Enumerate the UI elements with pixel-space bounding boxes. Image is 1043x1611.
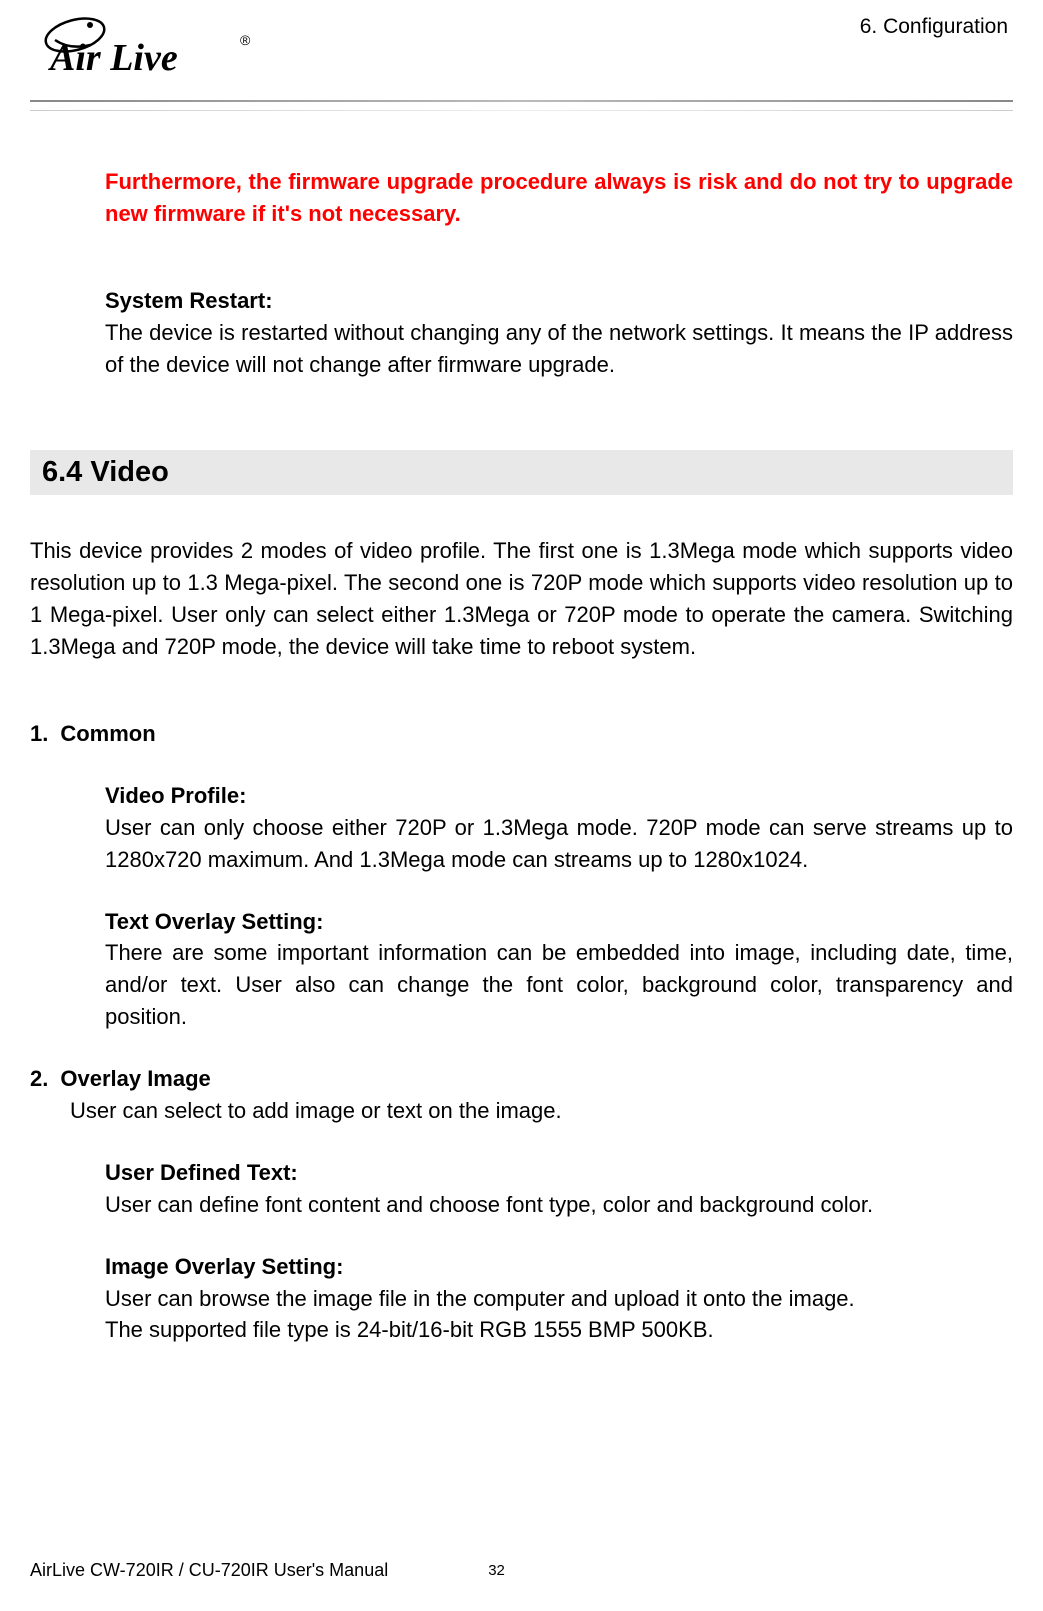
user-defined-body: User can define font content and choose … xyxy=(105,1189,1013,1221)
image-overlay-body1: User can browse the image file in the co… xyxy=(105,1283,1013,1315)
item-common: 1. Common Video Profile: User can only c… xyxy=(30,718,1013,1033)
warning-text: Furthermore, the firmware upgrade proced… xyxy=(30,166,1013,230)
video-profile-label: Video Profile: xyxy=(105,780,1013,812)
system-restart-label: System Restart: xyxy=(105,285,1013,317)
video-intro: This device provides 2 modes of video pr… xyxy=(30,535,1013,663)
item1-title: Common xyxy=(60,718,155,750)
svg-text:®: ® xyxy=(240,32,251,48)
footer-manual-title: AirLive CW-720IR / CU-720IR User's Manua… xyxy=(30,1560,388,1581)
item-overlay-image: 2. Overlay Image User can select to add … xyxy=(30,1063,1013,1346)
item2-intro: User can select to add image or text on … xyxy=(30,1095,1013,1127)
section-heading-video: 6.4 Video xyxy=(30,450,1013,495)
svg-text:Air Live: Air Live xyxy=(48,37,178,79)
page-footer: AirLive CW-720IR / CU-720IR User's Manua… xyxy=(30,1560,1013,1581)
user-defined-text-section: User Defined Text: User can define font … xyxy=(30,1157,1013,1221)
image-overlay-label: Image Overlay Setting: xyxy=(105,1251,1013,1283)
system-restart-body: The device is restarted without changing… xyxy=(105,317,1013,381)
separator-line xyxy=(30,100,1013,102)
image-overlay-body2: The supported file type is 24-bit/16-bit… xyxy=(105,1314,1013,1346)
video-profile-section: Video Profile: User can only choose eith… xyxy=(30,780,1013,876)
chapter-title: 6. Configuration xyxy=(860,10,1013,39)
item1-number: 1. xyxy=(30,718,48,750)
logo: Air Live ® xyxy=(30,10,290,85)
page-header: Air Live ® 6. Configuration xyxy=(30,0,1013,85)
text-overlay-label: Text Overlay Setting: xyxy=(105,906,1013,938)
system-restart-section: System Restart: The device is restarted … xyxy=(30,285,1013,381)
video-profile-body: User can only choose either 720P or 1.3M… xyxy=(105,812,1013,876)
text-overlay-section: Text Overlay Setting: There are some imp… xyxy=(30,906,1013,1034)
footer-page-number: 32 xyxy=(488,1562,505,1579)
user-defined-label: User Defined Text: xyxy=(105,1157,1013,1189)
item2-number: 2. xyxy=(30,1063,48,1095)
content-area: Furthermore, the firmware upgrade proced… xyxy=(30,111,1013,1346)
item2-title: Overlay Image xyxy=(60,1063,210,1095)
image-overlay-section: Image Overlay Setting: User can browse t… xyxy=(30,1251,1013,1347)
text-overlay-body: There are some important information can… xyxy=(105,937,1013,1033)
